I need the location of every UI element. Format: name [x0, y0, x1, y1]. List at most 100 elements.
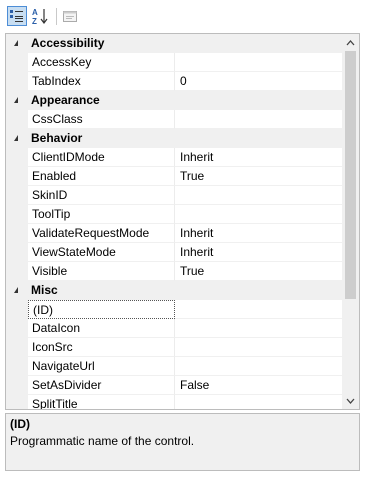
collapse-triangle-icon[interactable] [14, 135, 18, 141]
property-name[interactable]: SetAsDivider [28, 376, 175, 395]
collapse-triangle-icon[interactable] [14, 287, 18, 293]
property-name[interactable]: (ID) [28, 300, 175, 319]
property-name[interactable]: ValidateRequestMode [28, 224, 175, 243]
row-gutter [6, 319, 28, 338]
description-panel: (ID) Programmatic name of the control. [5, 413, 360, 471]
property-value[interactable] [175, 53, 359, 72]
property-row[interactable]: ClientIDMode Inherit [6, 148, 359, 167]
category-gutter [6, 129, 28, 148]
row-gutter [6, 243, 28, 262]
property-row[interactable]: (ID) [6, 300, 359, 319]
description-text: Programmatic name of the control. [10, 434, 195, 448]
property-value[interactable]: 0 [175, 72, 359, 91]
property-value[interactable]: True [175, 167, 359, 186]
property-name[interactable]: CssClass [28, 110, 175, 129]
scroll-thumb[interactable] [345, 51, 356, 299]
toolbar-separator [56, 8, 57, 25]
categorized-icon [10, 10, 23, 22]
property-row[interactable]: AccessKey [6, 53, 359, 72]
property-pages-button[interactable] [60, 6, 80, 26]
category-row[interactable]: Appearance [6, 91, 359, 110]
property-row[interactable]: ToolTip [6, 205, 359, 224]
property-value[interactable] [175, 110, 359, 129]
property-row[interactable]: IconSrc [6, 338, 359, 357]
row-gutter [6, 53, 28, 72]
category-label: Misc [28, 281, 359, 300]
property-row[interactable]: CssClass [6, 110, 359, 129]
property-row[interactable]: NavigateUrl [6, 357, 359, 376]
property-value[interactable] [175, 205, 359, 224]
category-label: Appearance [28, 91, 359, 110]
category-row[interactable]: Misc [6, 281, 359, 300]
property-value[interactable]: Inherit [175, 243, 359, 262]
property-row[interactable]: SkinID [6, 186, 359, 205]
property-name[interactable]: ViewStateMode [28, 243, 175, 262]
property-value[interactable] [175, 357, 359, 376]
property-name[interactable]: Enabled [28, 167, 175, 186]
category-gutter [6, 281, 28, 300]
property-value[interactable]: False [175, 376, 359, 395]
property-value[interactable] [175, 338, 359, 357]
property-name[interactable]: SplitTitle [28, 395, 175, 409]
row-gutter [6, 205, 28, 224]
categorized-button[interactable] [7, 6, 27, 26]
property-name[interactable]: DataIcon [28, 319, 175, 338]
property-name[interactable]: Visible [28, 262, 175, 281]
category-gutter [6, 34, 28, 53]
scroll-down-button[interactable] [342, 392, 359, 409]
property-row[interactable]: DataIcon [6, 319, 359, 338]
category-gutter [6, 91, 28, 110]
category-row[interactable]: Accessibility [6, 34, 359, 53]
property-value[interactable]: Inherit [175, 148, 359, 167]
description-title: (ID) [10, 417, 30, 431]
property-name[interactable]: ToolTip [28, 205, 175, 224]
svg-text:Z: Z [32, 17, 37, 25]
row-gutter [6, 338, 28, 357]
collapse-triangle-icon[interactable] [14, 97, 18, 103]
property-name[interactable]: AccessKey [28, 53, 175, 72]
property-value[interactable]: Inherit [175, 224, 359, 243]
row-gutter [6, 186, 28, 205]
category-row[interactable]: Behavior [6, 129, 359, 148]
row-gutter [6, 167, 28, 186]
property-value[interactable]: True [175, 262, 359, 281]
svg-text:A: A [32, 8, 38, 17]
chevron-up-icon [346, 39, 355, 45]
category-label: Behavior [28, 129, 359, 148]
toolbar: A Z [0, 0, 365, 32]
sort-az-icon: A Z [32, 8, 48, 25]
property-value[interactable] [175, 395, 359, 409]
property-value[interactable] [175, 186, 359, 205]
property-row[interactable]: ValidateRequestMode Inherit [6, 224, 359, 243]
row-gutter [6, 110, 28, 129]
property-grid: Accessibility AccessKey TabIndex 0 Appearanc… [5, 33, 360, 410]
property-name[interactable]: IconSrc [28, 338, 175, 357]
property-row[interactable]: SplitTitle [6, 395, 359, 409]
row-gutter [6, 148, 28, 167]
property-value[interactable] [175, 300, 359, 319]
property-row[interactable]: ViewStateMode Inherit [6, 243, 359, 262]
row-gutter [6, 72, 28, 91]
row-gutter [6, 376, 28, 395]
property-rows: Accessibility AccessKey TabIndex 0 Appearanc… [6, 34, 359, 409]
vertical-scrollbar[interactable] [342, 34, 359, 409]
property-name[interactable]: NavigateUrl [28, 357, 175, 376]
row-gutter [6, 395, 28, 409]
alphabetical-button[interactable]: A Z [30, 6, 50, 26]
row-gutter [6, 262, 28, 281]
property-row[interactable]: Visible True [6, 262, 359, 281]
property-name[interactable]: SkinID [28, 186, 175, 205]
row-gutter [6, 300, 28, 319]
category-label: Accessibility [28, 34, 359, 53]
row-gutter [6, 224, 28, 243]
property-pages-icon [63, 11, 77, 22]
property-value[interactable] [175, 319, 359, 338]
property-row[interactable]: Enabled True [6, 167, 359, 186]
chevron-down-icon [346, 398, 355, 404]
property-name[interactable]: TabIndex [28, 72, 175, 91]
property-name[interactable]: ClientIDMode [28, 148, 175, 167]
property-row[interactable]: TabIndex 0 [6, 72, 359, 91]
property-row[interactable]: SetAsDivider False [6, 376, 359, 395]
scroll-up-button[interactable] [342, 34, 359, 51]
collapse-triangle-icon[interactable] [14, 40, 18, 46]
